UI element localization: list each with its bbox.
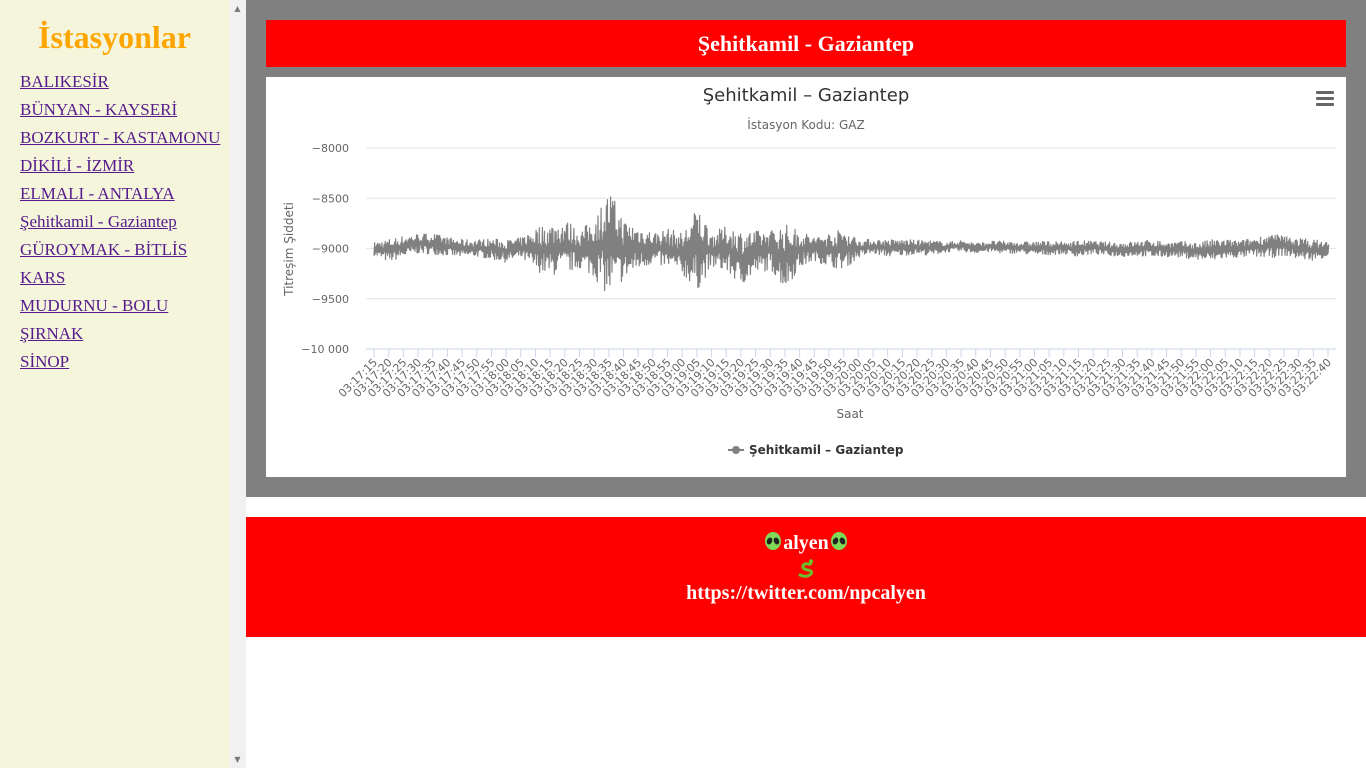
station-item: Şehitkamil - Gaziantep (20, 210, 220, 238)
scroll-down-arrow-icon[interactable]: ▼ (229, 751, 246, 768)
station-link-mudurnu-bolu[interactable]: MUDURNU - BOLU (20, 296, 168, 315)
footer-name: alyen (783, 532, 829, 554)
y-axis-ticks: −8000 −8500 −9000 −9500 −10 000 (301, 142, 349, 356)
station-link-elmali-antalya[interactable]: ELMALI - ANTALYA (20, 184, 175, 203)
station-link-bunyan-kayseri[interactable]: BÜNYAN - KAYSERİ (20, 100, 177, 119)
station-link-sinop[interactable]: SİNOP (20, 352, 69, 371)
station-link-guroymak-bitlis[interactable]: GÜROYMAK - BİTLİS (20, 240, 187, 259)
chart-legend[interactable]: Şehitkamil – Gaziantep (728, 443, 904, 457)
station-item: GÜROYMAK - BİTLİS (20, 238, 220, 266)
y-tick-label: −8000 (312, 142, 349, 155)
sidebar-title: İstasyonlar (38, 19, 191, 55)
chart-container: Şehitkamil – Gaziantep İstasyon Kodu: GA… (266, 77, 1346, 477)
series-line (373, 196, 1330, 292)
station-item: BOZKURT - KASTAMONU (20, 126, 220, 154)
chart-menu-icon[interactable] (1316, 91, 1334, 107)
station-link-dikili-izmir[interactable]: DİKİLİ - İZMİR (20, 156, 134, 175)
station-item: ŞIRNAK (20, 322, 220, 350)
main-panel: Şehitkamil - Gaziantep Şehitkamil – Gazi… (246, 0, 1366, 497)
y-tick-label: −10 000 (301, 343, 349, 356)
y-tick-label: −9500 (312, 293, 349, 306)
footer: alyen https://twitter.com/npcalyen (246, 517, 1366, 637)
station-list: BALIKESİR BÜNYAN - KAYSERİ BOZKURT - KAS… (20, 70, 220, 378)
y-axis-label: Titreşim Şiddeti (282, 202, 296, 297)
station-item: BALIKESİR (20, 70, 220, 98)
sidebar-scrollbar[interactable]: ▲ ▼ (229, 0, 246, 768)
scroll-up-arrow-icon[interactable]: ▲ (229, 0, 246, 17)
station-item: SİNOP (20, 350, 220, 378)
station-item: BÜNYAN - KAYSERİ (20, 98, 220, 126)
chart-title: Şehitkamil – Gaziantep (703, 85, 910, 106)
alien-icon (830, 532, 847, 550)
sidebar: İstasyonlar BALIKESİR BÜNYAN - KAYSERİ B… (0, 0, 229, 768)
station-link-balikesir[interactable]: BALIKESİR (20, 72, 109, 91)
x-axis-ticks: 03:17:1503:17:2003:17:2503:17:3003:17:35… (336, 349, 1334, 400)
station-link-bozkurt-kastamonu[interactable]: BOZKURT - KASTAMONU (20, 128, 220, 147)
station-item: KARS (20, 266, 220, 294)
chart: Şehitkamil – Gaziantep İstasyon Kodu: GA… (282, 85, 1336, 457)
station-link-sirnak[interactable]: ŞIRNAK (20, 324, 83, 343)
y-tick-label: −8500 (312, 192, 349, 205)
legend-label: Şehitkamil – Gaziantep (749, 443, 904, 457)
station-item: DİKİLİ - İZMİR (20, 154, 220, 182)
y-tick-label: −9000 (312, 243, 349, 256)
chart-series (373, 196, 1330, 292)
station-link-kars[interactable]: KARS (20, 268, 65, 287)
footer-twitter-link[interactable]: https://twitter.com/npcalyen (246, 581, 1366, 605)
station-item: MUDURNU - BOLU (20, 294, 220, 322)
chart-subtitle: İstasyon Kodu: GAZ (747, 117, 864, 132)
snake-icon (798, 559, 814, 578)
legend-dot-marker (732, 446, 740, 454)
x-axis-label: Saat (836, 407, 863, 421)
alien-icon (765, 532, 782, 550)
station-link-sehitkamil-gaziantep[interactable]: Şehitkamil - Gaziantep (20, 212, 177, 231)
station-item: ELMALI - ANTALYA (20, 182, 220, 210)
page-title: Şehitkamil - Gaziantep (266, 20, 1346, 67)
